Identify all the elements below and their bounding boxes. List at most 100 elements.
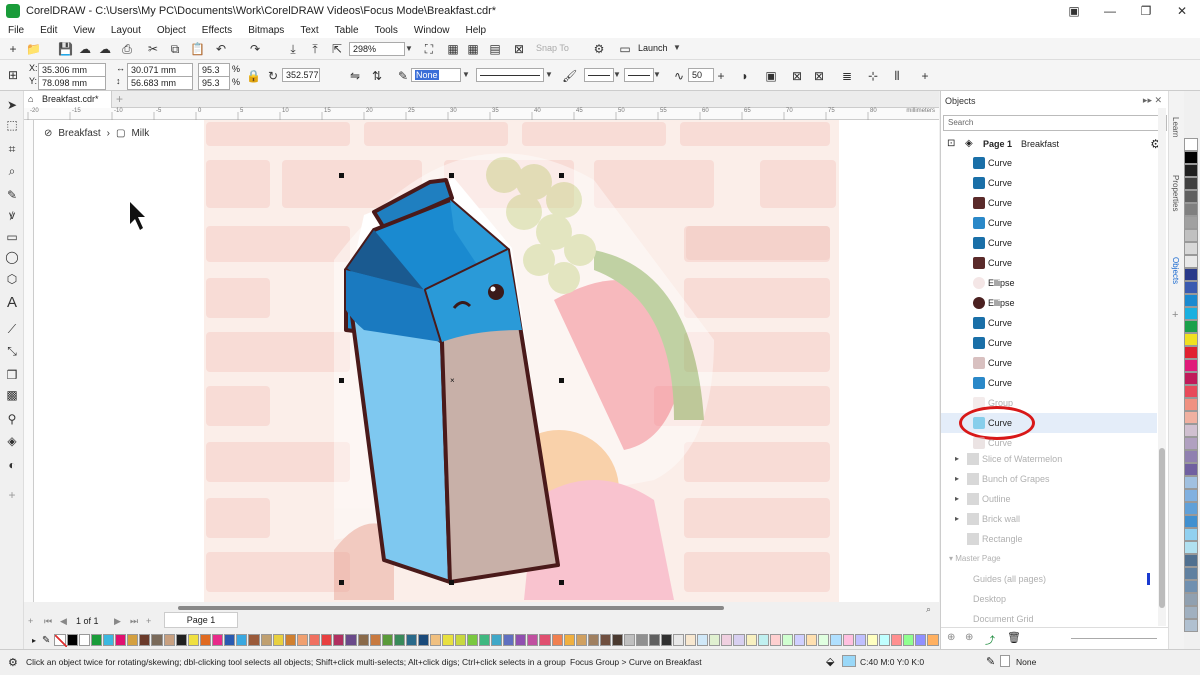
color-swatch[interactable] xyxy=(1184,346,1198,359)
palette-scroll-left-icon[interactable]: ▸ xyxy=(32,636,36,645)
menu-effects[interactable]: Effects xyxy=(194,25,240,36)
cut-icon[interactable]: ✂ xyxy=(146,42,160,56)
expand-arrow-icon[interactable]: ▸ xyxy=(955,449,959,469)
open-icon[interactable]: 📁 xyxy=(26,42,41,56)
menu-edit[interactable]: Edit xyxy=(32,25,65,36)
status-settings-icon[interactable]: ⚙ xyxy=(8,656,18,669)
color-swatch[interactable] xyxy=(854,634,866,646)
color-swatch[interactable] xyxy=(733,634,745,646)
objects-scrollbar-thumb[interactable] xyxy=(1159,448,1165,608)
menu-help[interactable]: Help xyxy=(458,25,495,36)
add-property-icon[interactable]: + xyxy=(918,69,932,83)
maximize-button[interactable]: ❐ xyxy=(1128,0,1164,22)
start-arrow-field[interactable] xyxy=(584,68,614,82)
group-row[interactable]: ▸ Slice of Watermelon xyxy=(941,449,1157,469)
zoom-dropdown-icon[interactable]: ▼ xyxy=(404,42,414,56)
color-swatch[interactable] xyxy=(163,634,175,646)
object-row[interactable]: Curve xyxy=(941,253,1157,273)
new-document-icon[interactable]: + xyxy=(6,42,20,56)
options-gear-icon[interactable]: ⚙ xyxy=(592,42,606,56)
show-guides-icon[interactable]: ▤ xyxy=(488,42,502,56)
color-swatch[interactable] xyxy=(1184,593,1198,606)
smart-fill-icon[interactable]: ◐ xyxy=(4,457,20,473)
redo-icon[interactable]: ↷ xyxy=(248,42,262,56)
color-swatch[interactable] xyxy=(1184,554,1198,567)
color-swatch[interactable] xyxy=(818,634,830,646)
master-item-row[interactable]: Guides (all pages) xyxy=(941,569,1157,589)
object-origin-icon[interactable]: ⊞ xyxy=(6,68,20,82)
color-swatch[interactable] xyxy=(587,634,600,646)
color-swatch[interactable] xyxy=(369,634,381,646)
page-row[interactable]: ⊡ ◈ Page 1 Breakfast ⚙ xyxy=(941,135,1169,153)
no-color-swatch[interactable] xyxy=(54,634,68,647)
color-swatch[interactable] xyxy=(1184,619,1198,632)
menu-file[interactable]: File xyxy=(0,25,32,36)
expand-arrow-icon[interactable]: ▸ xyxy=(955,469,959,489)
color-swatch[interactable] xyxy=(454,634,466,646)
connector-tool-icon[interactable]: ⤡ xyxy=(4,343,20,359)
breadcrumb-root[interactable]: Breakfast xyxy=(58,128,100,139)
color-swatch[interactable] xyxy=(1184,580,1198,593)
color-swatch[interactable] xyxy=(187,634,199,646)
color-swatch[interactable] xyxy=(393,634,406,646)
undo-icon[interactable]: ↶ xyxy=(214,42,228,56)
color-swatch[interactable] xyxy=(600,634,612,646)
first-page-icon[interactable]: ⏮ xyxy=(44,616,52,627)
color-swatch[interactable] xyxy=(1184,411,1198,424)
color-swatch[interactable] xyxy=(296,634,309,646)
account-icon[interactable]: ▣ xyxy=(1056,0,1092,22)
height-field[interactable]: 56.683 mm xyxy=(127,76,193,90)
object-row[interactable]: Curve xyxy=(941,313,1157,333)
color-swatch[interactable] xyxy=(1184,307,1198,320)
close-button[interactable]: ✕ xyxy=(1164,0,1200,22)
parallel-dimension-icon[interactable]: ⟋ xyxy=(4,321,20,337)
rotation-center-icon[interactable]: × xyxy=(450,376,455,385)
export-icon[interactable]: ⤒ xyxy=(308,42,322,56)
y-position-field[interactable]: 78.098 mm xyxy=(38,76,106,90)
menu-layout[interactable]: Layout xyxy=(103,25,149,36)
master-page-row[interactable]: ▾ Master Page xyxy=(941,553,1157,565)
color-swatch[interactable] xyxy=(260,634,272,646)
menu-text[interactable]: Text xyxy=(292,25,326,36)
color-swatch[interactable] xyxy=(406,634,418,646)
interactive-fill-icon[interactable]: ◈ xyxy=(4,433,20,449)
cloud-share-icon[interactable]: ☁ xyxy=(98,42,112,56)
menu-object[interactable]: Object xyxy=(149,25,194,36)
color-swatch[interactable] xyxy=(357,634,369,646)
color-swatch[interactable] xyxy=(806,634,818,646)
scale-x-field[interactable]: 95.3 xyxy=(198,63,230,77)
outline-pen-icon[interactable]: ✎ xyxy=(396,69,410,83)
objects-scrollbar[interactable] xyxy=(1158,108,1166,626)
color-swatch[interactable] xyxy=(478,634,490,646)
new-layer-icon[interactable]: ⊕ xyxy=(947,632,955,643)
artistic-media-icon[interactable]: ꝟ xyxy=(4,207,20,223)
color-swatch[interactable] xyxy=(1184,528,1198,541)
object-row[interactable]: Ellipse xyxy=(941,273,1157,293)
object-row[interactable]: Curve xyxy=(941,153,1157,173)
menu-table[interactable]: Table xyxy=(327,25,367,36)
delete-icon[interactable]: 🗑 xyxy=(1007,631,1021,644)
scale-y-field[interactable]: 95.3 xyxy=(198,76,230,90)
launch-dropdown[interactable]: Launch xyxy=(638,43,668,53)
color-swatch[interactable] xyxy=(636,634,648,646)
align-icon[interactable]: ≣ xyxy=(840,69,854,83)
color-swatch[interactable] xyxy=(1184,489,1198,502)
smoothing-field[interactable]: 50 xyxy=(688,68,714,82)
shape-tool-icon[interactable]: ⬚ xyxy=(4,117,20,133)
color-swatch[interactable] xyxy=(1184,463,1198,476)
previous-page-icon[interactable]: ◀ xyxy=(60,616,67,627)
crop-tool-icon[interactable]: ⌗ xyxy=(4,141,20,157)
object-row[interactable]: Curve xyxy=(941,333,1157,353)
color-swatch[interactable] xyxy=(90,634,102,646)
menu-view[interactable]: View xyxy=(65,25,103,36)
color-swatch[interactable] xyxy=(927,634,939,646)
color-swatch[interactable] xyxy=(381,634,393,646)
page-tab-1[interactable]: Page 1 xyxy=(164,612,238,628)
color-swatch[interactable] xyxy=(345,634,357,646)
zoom-tool-icon[interactable]: ⌕ xyxy=(4,163,20,179)
menu-window[interactable]: Window xyxy=(406,25,458,36)
color-swatch[interactable] xyxy=(697,634,709,646)
color-swatch[interactable] xyxy=(1184,216,1198,229)
fill-bucket-icon[interactable]: ⬙ xyxy=(826,655,834,668)
lock-ratio-icon[interactable]: 🔒 xyxy=(246,69,261,83)
